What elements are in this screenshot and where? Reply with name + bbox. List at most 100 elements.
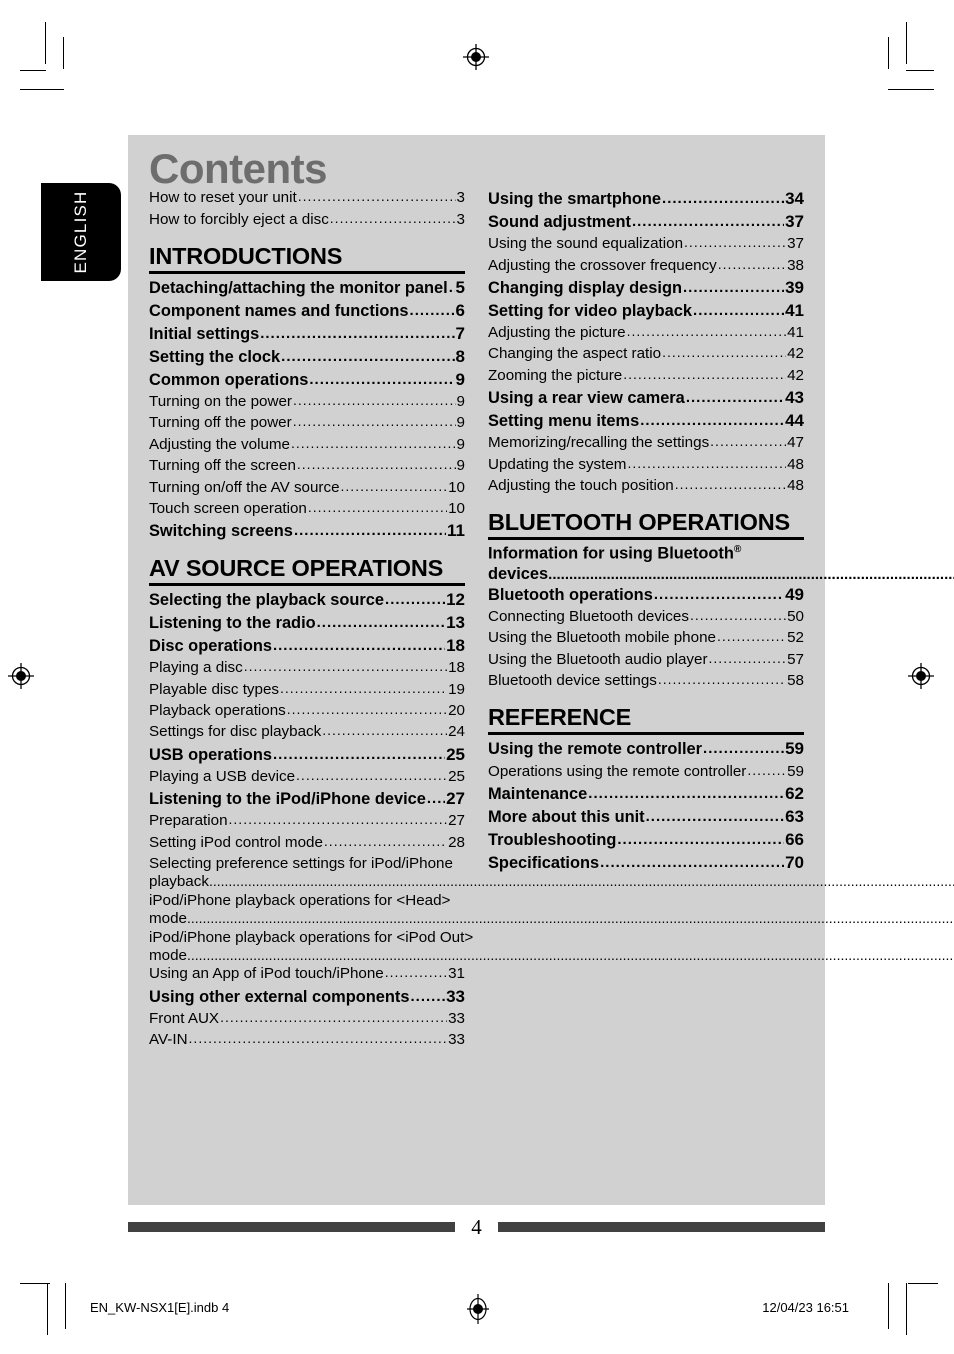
toc-entry-page: 48 [787,476,804,494]
toc-entry-page: 47 [787,434,804,452]
toc-leader-dots: ........................................… [228,812,448,827]
toc-entry-page: 52 [787,629,804,647]
toc-entry[interactable]: Front AUX...............................… [149,1008,465,1029]
toc-entry[interactable]: Playing a USB device....................… [149,766,465,787]
toc-entry[interactable]: Switching screens.......................… [149,519,465,542]
toc-entry[interactable]: Using the remote controller.............… [488,737,804,760]
toc-entry-label: Adjusting the crossover frequency [488,256,717,274]
toc-entry-label: Playing a USB device [149,767,296,785]
toc-entry[interactable]: Setting the clock.......................… [149,345,465,368]
toc-entry[interactable]: Using a rear view camera................… [488,386,804,409]
toc-entry[interactable]: Specifications..........................… [488,851,804,874]
toc-entry[interactable]: Zooming the picture.....................… [488,365,804,386]
toc-entry[interactable]: Playable disc types.....................… [149,679,465,700]
toc-leader-dots: ........................................… [708,650,787,665]
toc-entry-label-continued: mode [149,910,187,928]
toc-entry[interactable]: Adjusting the crossover frequency.......… [488,254,804,275]
toc-entry[interactable]: Memorizing/recalling the settings.......… [488,432,804,453]
toc-entry-label: Sound adjustment [488,213,631,231]
toc-entry[interactable]: More about this unit....................… [488,805,804,828]
toc-entry[interactable]: Selecting the playback source...........… [149,588,465,611]
toc-entry[interactable]: Component names and functions...........… [149,299,465,322]
toc-entry[interactable]: Setting menu items......................… [488,409,804,432]
toc-entry[interactable]: Connecting Bluetooth devices............… [488,606,804,627]
toc-entry-page: 18 [446,636,465,656]
toc-entry[interactable]: USB operations..........................… [149,743,465,766]
toc-entry[interactable]: Detaching/attaching the monitor panel...… [149,276,465,299]
toc-entry-label: iPod/iPhone playback operations for <Hea… [149,891,451,909]
toc-entry[interactable]: Disc operations.........................… [149,634,465,657]
registered-trademark-symbol: ® [733,544,742,556]
toc-entry[interactable]: Using an App of iPod touch/iPhone.......… [149,963,465,984]
toc-entry[interactable]: Using the smartphone....................… [488,187,804,210]
toc-entry[interactable]: iPod/iPhone playback operations for <Hea… [149,890,954,928]
toc-entry[interactable]: Changing the aspect ratio...............… [488,343,804,364]
toc-entry[interactable]: Adjusting the volume....................… [149,434,465,455]
toc-entry-label: Front AUX [149,1009,220,1027]
registration-target-icon-right [908,663,934,689]
toc-leader-dots: ........................................… [617,831,784,847]
toc-entry-page: 59 [785,739,804,759]
toc-entry[interactable]: Adjusting the picture...................… [488,322,804,343]
toc-entry[interactable]: Initial settings........................… [149,322,465,345]
page-title: Contents [149,145,328,192]
toc-entry[interactable]: Bluetooth device settings...............… [488,670,804,691]
toc-entry[interactable]: How to forcibly eject a disc............… [149,208,465,229]
toc-entry[interactable]: Listening to the radio..................… [149,611,465,634]
print-footer-timestamp: 12/04/23 16:51 [762,1300,849,1315]
toc-entry-label: Adjusting the picture [488,323,626,341]
toc-leader-dots: ........................................… [674,476,787,491]
toc-entry[interactable]: Selecting preference settings for iPod/i… [149,853,954,890]
toc-entry[interactable]: Setting iPod control mode...............… [149,831,465,852]
crop-mark-top-right-inner-horizontal [906,70,934,71]
toc-entry-page: 9 [456,392,465,410]
print-footer: EN_KW-NSX1[E].indb 4 12/04/23 16:51 [0,1294,954,1324]
toc-entry-label: Using the sound equalization [488,235,684,253]
toc-leader-dots: ........................................… [684,235,787,250]
toc-leader-dots: ........................................… [685,389,784,405]
toc-entry[interactable]: Bluetooth operations....................… [488,583,804,606]
toc-entry[interactable]: Using the Bluetooth mobile phone........… [488,627,804,648]
toc-entry[interactable]: Turning off the screen..................… [149,455,465,476]
toc-entry[interactable]: iPod/iPhone playback operations for <iPo… [149,926,954,963]
toc-entry[interactable]: Using other external components.........… [149,985,465,1008]
toc-entry-page: 11 [447,521,465,541]
toc-entry-page: 25 [448,767,465,785]
toc-entry[interactable]: Playback operations.....................… [149,700,465,721]
toc-entry-label: Playback operations [149,702,286,720]
toc-entry[interactable]: Playing a disc..........................… [149,657,465,678]
toc-entry[interactable]: Using the Bluetooth audio player........… [488,649,804,670]
toc-entry[interactable]: Using the sound equalization............… [488,233,804,254]
toc-entry[interactable]: Turning off the power...................… [149,412,465,433]
toc-entry[interactable]: Listening to the iPod/iPhone device.....… [149,787,465,810]
crop-mark-top-left-inner-vertical [63,37,64,69]
toc-leader-dots: ........................................… [703,741,784,757]
toc-entry[interactable]: Turning on the power....................… [149,391,465,412]
toc-leader-dots: ........................................… [645,808,784,824]
toc-leader-dots: ........................................… [385,592,446,608]
toc-entry[interactable]: Maintenance.............................… [488,782,804,805]
toc-entry[interactable]: Changing display design.................… [488,276,804,299]
toc-entry[interactable]: Settings for disc playback..............… [149,721,465,742]
toc-entry-page: 27 [448,812,465,830]
toc-entry[interactable]: Setting for video playback..............… [488,299,804,322]
toc-entry-page: 34 [785,189,804,208]
toc-entry-label: Bluetooth device settings [488,672,657,690]
toc-entry[interactable]: Updating the system.....................… [488,453,804,474]
toc-entry[interactable]: Preparation.............................… [149,810,465,831]
toc-entry[interactable]: Operations using the remote controller..… [488,760,804,781]
toc-entry-page: 59 [787,762,804,780]
toc-entry[interactable]: How to reset your unit..................… [149,187,465,208]
toc-entry[interactable]: Common operations.......................… [149,368,465,391]
toc-entry[interactable]: AV-IN...................................… [149,1029,465,1050]
toc-entry[interactable]: Turning on/off the AV source............… [149,476,465,497]
toc-entry-page: 39 [785,277,804,297]
toc-entry-page: 7 [455,323,465,343]
toc-entry[interactable]: Adjusting the touch position............… [488,475,804,496]
toc-entry[interactable]: Troubleshooting.........................… [488,828,804,851]
toc-leader-dots: ........................................… [631,214,784,229]
toc-entry-label: Changing the aspect ratio [488,345,662,363]
toc-entry[interactable]: Information for using Bluetooth® devices.… [488,542,954,583]
toc-entry[interactable]: Touch screen operation..................… [149,498,465,519]
toc-entry[interactable]: Sound adjustment........................… [488,210,804,233]
